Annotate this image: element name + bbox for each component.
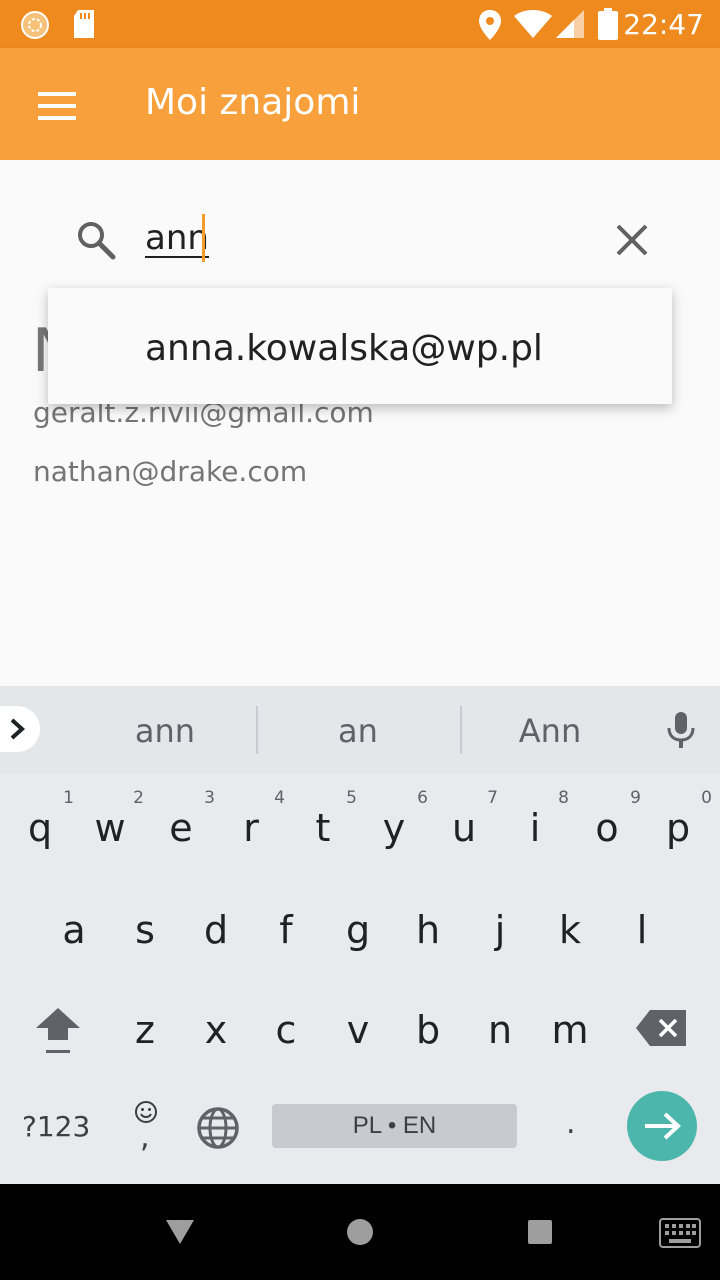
microphone-icon[interactable] <box>664 710 698 750</box>
space-key[interactable]: PL • EN <box>272 1104 517 1148</box>
key-q[interactable]: 1q <box>10 788 74 868</box>
key-o[interactable]: 9o <box>577 788 641 868</box>
word-suggestion[interactable]: an <box>278 712 438 750</box>
autocomplete-dropdown: anna.kowalska@wp.pl <box>48 288 672 404</box>
key-y[interactable]: 6y <box>364 788 428 868</box>
suggestion-strip: ann an Ann <box>0 686 720 774</box>
word-suggestion[interactable]: Ann <box>470 712 630 750</box>
status-bar: 22:47 <box>0 0 720 48</box>
backspace-key[interactable] <box>636 1010 688 1048</box>
key-c[interactable]: c <box>256 990 316 1070</box>
key-r[interactable]: 4r <box>221 788 285 868</box>
key-h[interactable]: h <box>398 890 458 970</box>
keyboard-icon[interactable] <box>659 1218 701 1248</box>
app-bar: Moi znajomi <box>0 48 720 160</box>
text-cursor <box>202 214 205 262</box>
globe-icon <box>197 1107 239 1149</box>
language-key[interactable] <box>196 1106 240 1150</box>
chevron-right-icon <box>10 718 25 740</box>
expand-suggestions-button[interactable] <box>0 706 40 752</box>
word-suggestion[interactable]: ann <box>85 712 245 750</box>
page-title: Moi znajomi <box>145 82 361 123</box>
key-u[interactable]: 7u <box>434 788 498 868</box>
divider <box>256 706 258 754</box>
signal-icon <box>556 10 584 38</box>
key-b[interactable]: b <box>398 990 458 1070</box>
sync-icon <box>21 11 49 39</box>
key-n[interactable]: n <box>470 990 530 1070</box>
backspace-icon <box>636 1010 686 1046</box>
key-i[interactable]: 8i <box>505 788 569 868</box>
emoji-comma-key[interactable]: , <box>128 1096 164 1156</box>
key-s[interactable]: s <box>115 890 175 970</box>
key-k[interactable]: k <box>540 890 600 970</box>
recents-icon[interactable] <box>527 1219 553 1245</box>
key-z[interactable]: z <box>115 990 175 1070</box>
key-w[interactable]: 2w <box>80 788 144 868</box>
search-icon <box>78 222 116 260</box>
home-icon[interactable] <box>346 1218 374 1246</box>
key-x[interactable]: x <box>186 990 246 1070</box>
key-e[interactable]: 3e <box>151 788 215 868</box>
shift-icon <box>36 1008 80 1053</box>
divider <box>460 706 462 754</box>
symbols-key[interactable]: ?123 <box>22 1110 90 1143</box>
key-m[interactable]: m <box>540 990 600 1070</box>
email-list-item[interactable]: nathan@drake.com <box>33 455 307 488</box>
back-icon[interactable] <box>166 1218 194 1246</box>
sd-card-icon <box>74 10 94 38</box>
key-f[interactable]: f <box>256 890 316 970</box>
enter-key[interactable] <box>627 1091 697 1161</box>
keyboard: ann an Ann 1q 2w 3e 4r 5t 6y 7u 8i 9o 0p… <box>0 686 720 1184</box>
location-icon <box>479 10 501 40</box>
clock: 22:47 <box>623 8 704 41</box>
wifi-icon <box>514 10 552 38</box>
navigation-bar <box>0 1184 720 1280</box>
key-v[interactable]: v <box>328 990 388 1070</box>
autocomplete-suggestion[interactable]: anna.kowalska@wp.pl <box>145 328 543 369</box>
key-a[interactable]: a <box>44 890 104 970</box>
battery-icon <box>598 8 618 40</box>
search-input[interactable]: ann <box>145 220 209 258</box>
shift-key[interactable] <box>30 1004 86 1060</box>
hamburger-icon <box>38 92 76 120</box>
key-p[interactable]: 0p <box>648 788 712 868</box>
key-l[interactable]: l <box>612 890 672 970</box>
close-icon <box>616 224 648 256</box>
key-d[interactable]: d <box>186 890 246 970</box>
key-j[interactable]: j <box>470 890 530 970</box>
key-g[interactable]: g <box>328 890 388 970</box>
period-key[interactable]: . <box>566 1106 576 1141</box>
menu-button[interactable] <box>28 78 84 134</box>
key-t[interactable]: 5t <box>293 788 357 868</box>
arrow-right-icon <box>645 1112 681 1140</box>
clear-search-button[interactable] <box>612 220 652 260</box>
